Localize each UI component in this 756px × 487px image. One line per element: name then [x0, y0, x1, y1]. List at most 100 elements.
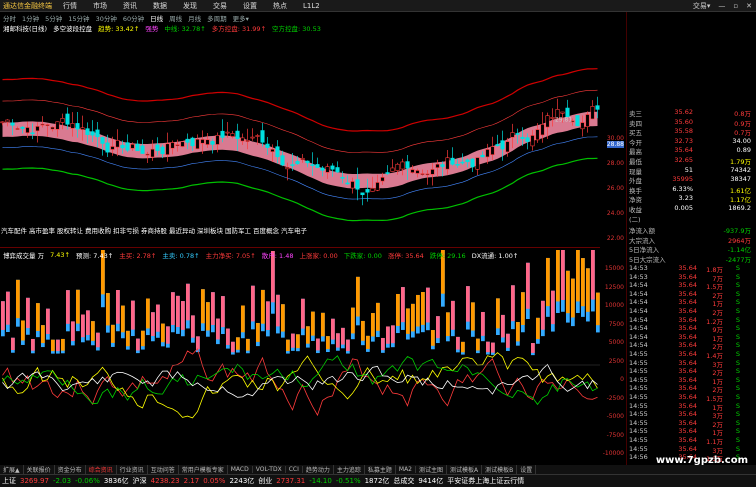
indicator-tab[interactable]: 互动问答 [148, 465, 179, 474]
indicator-tab[interactable]: 扩展▲ [0, 465, 24, 474]
volume-bar-top [341, 327, 345, 345]
concept-tag[interactable]: 最近异动 [168, 225, 196, 235]
tf-tab-3[interactable]: 15分钟 [65, 13, 92, 23]
concept-tag[interactable]: 汽车电子 [280, 225, 308, 235]
candle-body [385, 172, 390, 174]
tf-tab-6[interactable]: 日线 [147, 13, 166, 23]
quote-value-2: 1869.2 [728, 204, 751, 212]
tf-tab-5[interactable]: 60分钟 [120, 13, 147, 23]
indicator-tab[interactable]: 趋势动力 [303, 465, 334, 474]
menu-item-hot[interactable]: 热点 [265, 1, 295, 11]
candle-body [590, 106, 595, 120]
tf-tab-10[interactable]: 更多▾ [230, 13, 252, 23]
volume-bar-top [306, 326, 310, 344]
quote-row: 换手 6.33% 1.61亿 [627, 185, 756, 195]
menu-item-data[interactable]: 数据 [145, 1, 175, 11]
volume-tick-label: 5000 [608, 339, 624, 346]
tf-tab-8[interactable]: 月线 [185, 13, 204, 23]
tf-tab-4[interactable]: 30分钟 [93, 13, 120, 23]
status-value: -0.06% [75, 477, 100, 485]
tick-row: 14:55 35.64 1.5万 S [627, 393, 756, 403]
candle-body [355, 179, 360, 190]
candle-body [50, 126, 55, 130]
tf-tab-9[interactable]: 多周期 [204, 13, 230, 23]
y-axis: 30.00 28.00 26.00 24.00 22.00 15000 12500 10000… [600, 33, 626, 473]
tf-tab-2[interactable]: 5分钟 [42, 13, 65, 23]
indicator-tab[interactable]: 行业资讯 [117, 465, 148, 474]
menu-item-l1l2[interactable]: L1L2 [295, 2, 328, 10]
candle-body [430, 169, 435, 175]
menu-item-settings[interactable]: 设置 [235, 1, 265, 11]
quote-label: 卖四 [629, 119, 642, 128]
indicator-tab[interactable]: 测试模板B [482, 465, 518, 474]
close-icon[interactable]: ✕ [742, 2, 756, 10]
indicator-tab[interactable]: 设置 [517, 465, 537, 474]
candle-body [360, 192, 365, 196]
indicator-tab[interactable]: 资金分布 [55, 465, 86, 474]
price-chart[interactable]: 29.81 [0, 33, 600, 248]
indicator-tab[interactable]: 综合资讯 [86, 465, 117, 474]
candle-body [480, 154, 485, 158]
concept-tag[interactable]: 国防军工 [224, 225, 252, 235]
indicator-tab[interactable]: 测试主图 [416, 465, 448, 474]
maximize-icon[interactable]: ▫ [729, 2, 742, 10]
indicator-tab[interactable]: VOL-TDX [253, 466, 286, 473]
volume-bar-top [211, 292, 215, 325]
volume-bar-top [251, 285, 255, 322]
concept-tag[interactable]: 扣非亏损 [112, 225, 140, 235]
indicator-tab[interactable]: MA2 [396, 466, 416, 473]
volume-tick-label: 0 [620, 376, 624, 383]
menu-item-trade[interactable]: 交易 [205, 1, 235, 11]
tick-row: 14:55 35.64 1.4万 S [627, 350, 756, 360]
tick-time: 14:55 [629, 358, 648, 367]
concept-tag[interactable]: 深圳板块 [196, 225, 224, 235]
tick-side: S [735, 289, 741, 298]
tick-price: 35.64 [678, 324, 697, 333]
volume-chart[interactable] [0, 250, 600, 475]
menu-item-market[interactable]: 行情 [55, 1, 85, 11]
candle-body [145, 153, 150, 156]
candle-body [150, 148, 155, 158]
candle-body [410, 169, 415, 173]
tick-price: 35.64 [678, 393, 697, 401]
candle-body [340, 177, 345, 179]
indicator-tab[interactable]: CCI [286, 466, 303, 473]
concept-tag[interactable]: 高市盈率 [28, 225, 56, 235]
tick-time: 14:53 [629, 264, 648, 272]
indicator-value: 多空波段控盘 [53, 25, 93, 33]
tf-tab-1[interactable]: 1分钟 [19, 13, 42, 23]
indicator-tab[interactable]: 常用户模板专家 [179, 465, 228, 474]
menu-item-discover[interactable]: 发现 [175, 1, 205, 11]
candle-body [45, 124, 50, 126]
trade-dropdown[interactable]: 交易▾ [689, 1, 715, 11]
concept-tag[interactable]: 汽车配件 [0, 225, 28, 235]
volume-indicator-value: 主卖: 0.78↑ [162, 252, 200, 260]
concept-tag[interactable]: 费用收购 [84, 225, 112, 235]
volume-bar-top [291, 333, 295, 348]
volume-bar-top [231, 341, 235, 353]
tf-tab-7[interactable]: 周线 [166, 13, 185, 23]
indicator-tab[interactable]: 测试模板A [447, 465, 483, 474]
candle-body [275, 146, 280, 158]
indicator-tab[interactable]: 关联报价 [24, 465, 55, 474]
concept-tag[interactable]: 股权转让 [56, 225, 84, 235]
indicator-tab[interactable]: 主力追踪 [334, 465, 365, 474]
indicator-tab[interactable]: MACD [228, 466, 253, 473]
volume-indicator-value: 7.43↑ [50, 251, 70, 259]
candle-body [525, 137, 530, 142]
tf-tab-0[interactable]: 分时 [0, 13, 19, 23]
minimize-icon[interactable]: — [714, 2, 729, 10]
tick-volume: 3万 [712, 412, 723, 421]
concept-tag[interactable]: 百度概念 [252, 225, 280, 235]
indicator-tab[interactable]: 私募主题 [365, 465, 396, 474]
quote-value-2: 0.89 [736, 146, 751, 155]
flow-row: 5日净流入 -1.14亿 [627, 244, 756, 254]
tick-price: 35.64 [678, 307, 697, 315]
menu-item-markets[interactable]: 市场 [85, 1, 115, 11]
menu-item-news[interactable]: 资讯 [115, 1, 145, 11]
tick-time: 14:54 [629, 332, 648, 341]
candle-body [560, 111, 565, 114]
concept-tag[interactable]: 券商持股 [140, 225, 168, 235]
candle-body [280, 155, 285, 166]
candle-body [40, 123, 45, 126]
